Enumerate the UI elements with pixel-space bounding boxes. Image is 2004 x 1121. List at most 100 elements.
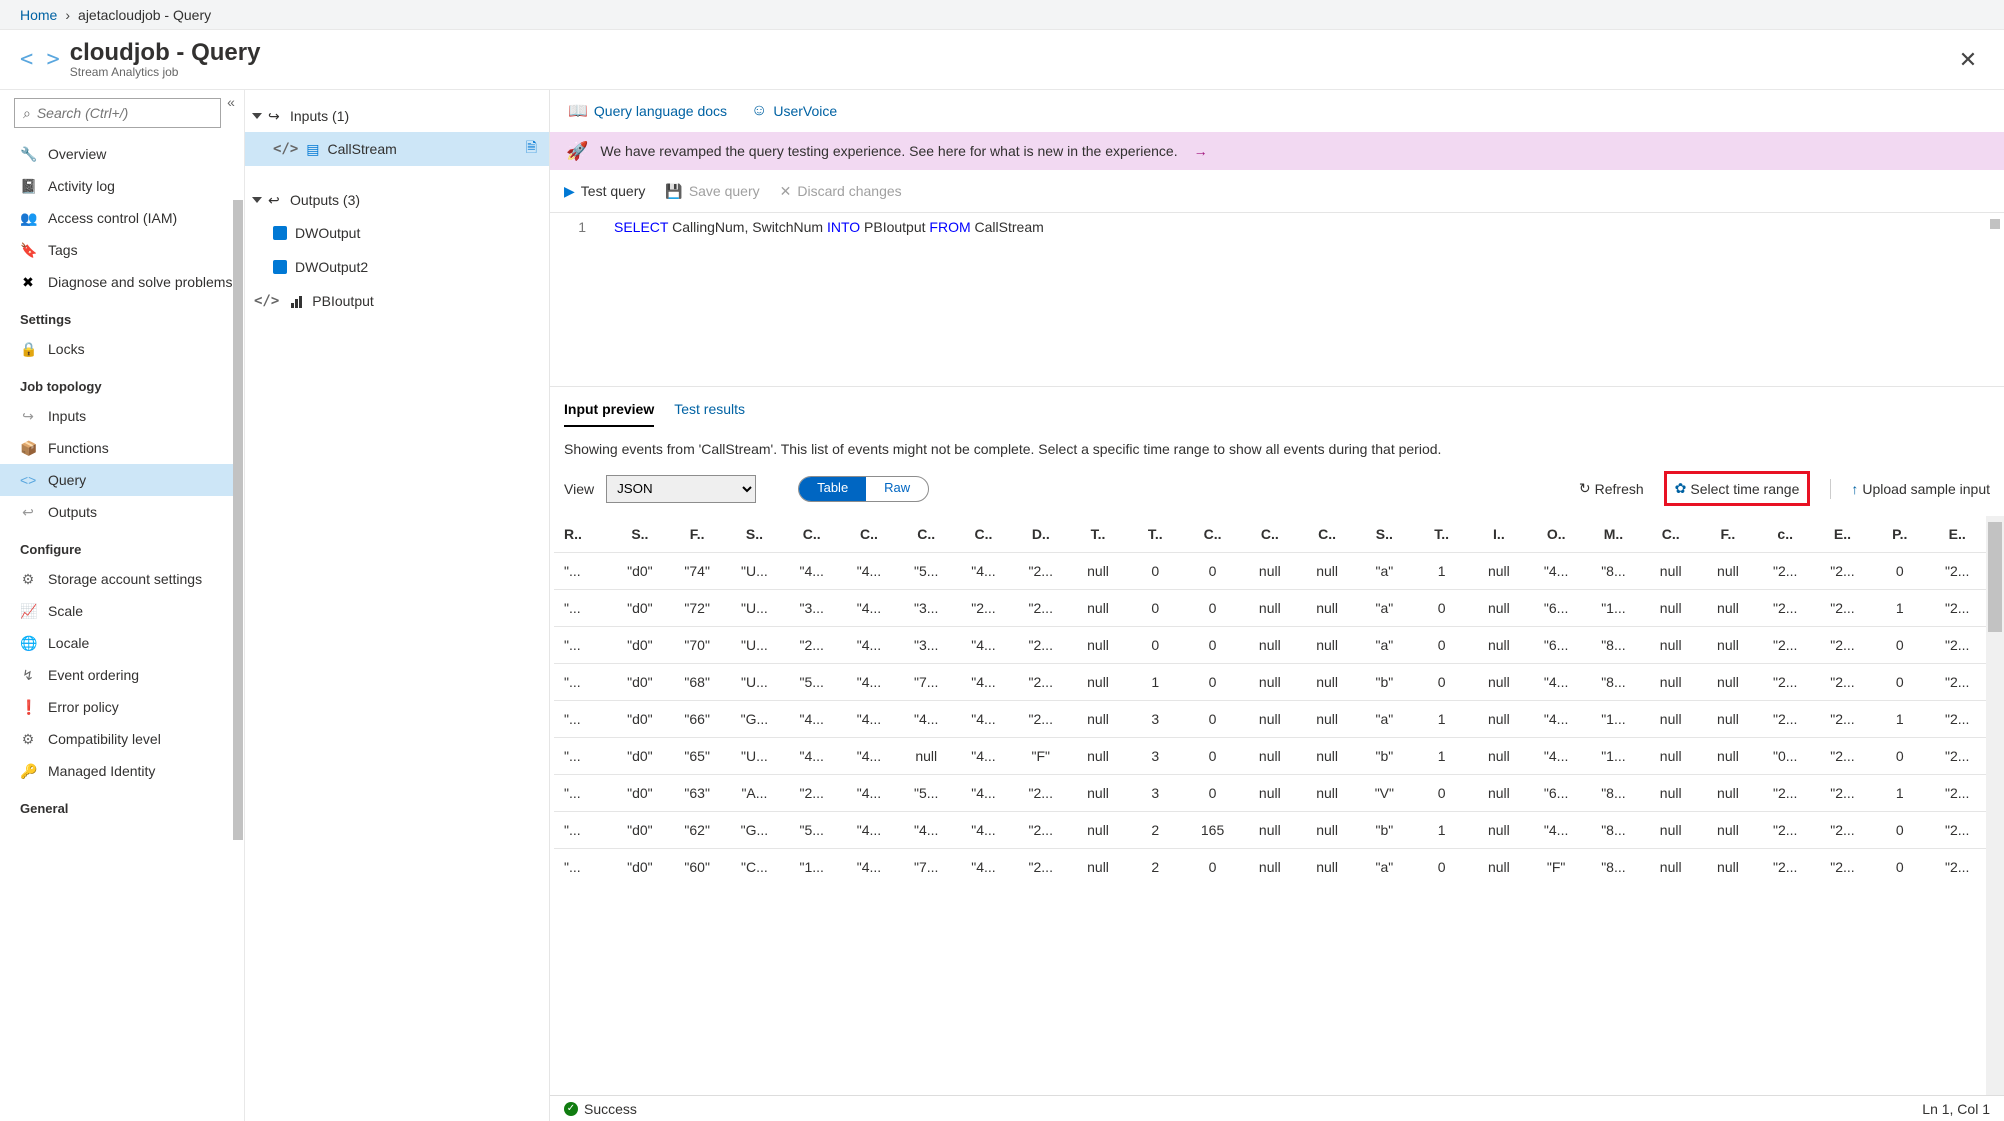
sidebar-item[interactable]: 🔑Managed Identity <box>0 755 235 787</box>
column-header[interactable]: T.. <box>1413 516 1470 553</box>
column-header[interactable]: O.. <box>1528 516 1585 553</box>
editor-scrollbar[interactable] <box>1990 219 2000 229</box>
uservoice-link[interactable]: ☺ UserVoice <box>751 102 837 120</box>
nav-label: Scale <box>48 603 83 619</box>
discard-changes-button[interactable]: ✕ Discard changes <box>780 183 902 200</box>
column-header[interactable]: C.. <box>1298 516 1355 553</box>
tree-output-item[interactable]: </> PBIoutput <box>245 284 549 318</box>
sidebar-item[interactable]: 🔖Tags <box>0 234 235 266</box>
table-cell: null <box>1699 738 1756 775</box>
sidebar-item[interactable]: 🔧Overview <box>0 138 235 170</box>
sidebar-collapse-button[interactable]: « <box>222 94 240 112</box>
upload-sample-input-button[interactable]: ↑ Upload sample input <box>1851 481 1990 497</box>
table-cell: "1... <box>1585 701 1642 738</box>
close-button[interactable]: ✕ <box>1952 47 1984 73</box>
column-header[interactable]: C.. <box>1241 516 1298 553</box>
tree-inputs-group[interactable]: ↪ Inputs (1) <box>245 100 549 132</box>
sidebar-item[interactable]: ❗Error policy <box>0 691 235 723</box>
column-header[interactable]: E.. <box>1814 516 1871 553</box>
tree-output-item[interactable]: DWOutput2 <box>245 250 549 284</box>
query-editor[interactable]: 1 SELECT CallingNum, SwitchNum INTO PBIo… <box>550 212 2004 387</box>
column-header[interactable]: M.. <box>1585 516 1642 553</box>
save-query-button[interactable]: 💾 Save query <box>665 183 759 200</box>
tree-output-item[interactable]: DWOutput <box>245 216 549 250</box>
table-cell: "2... <box>1012 701 1069 738</box>
column-header[interactable]: c.. <box>1757 516 1814 553</box>
column-header[interactable]: C.. <box>783 516 840 553</box>
table-row[interactable]: "..."d0""70""U..."2..."4..."3..."4..."2.… <box>554 627 1986 664</box>
table-row[interactable]: "..."d0""63""A..."2..."4..."5..."4..."2.… <box>554 775 1986 812</box>
table-cell: null <box>1298 849 1355 886</box>
column-header[interactable]: C.. <box>1184 516 1241 553</box>
sidebar-item[interactable]: 📓Activity log <box>0 170 235 202</box>
table-row[interactable]: "..."d0""66""G..."4..."4..."4..."4..."2.… <box>554 701 1986 738</box>
table-cell: "d0" <box>611 812 668 849</box>
sidebar-item[interactable]: 📦Functions <box>0 432 235 464</box>
column-header[interactable]: C.. <box>898 516 955 553</box>
table-row[interactable]: "..."d0""74""U..."4..."4..."5..."4..."2.… <box>554 553 1986 590</box>
column-header[interactable]: C.. <box>840 516 897 553</box>
column-header[interactable]: S.. <box>1356 516 1413 553</box>
column-header[interactable]: T.. <box>1069 516 1126 553</box>
table-scrollbar-thumb[interactable] <box>1988 522 2002 632</box>
column-header[interactable]: P.. <box>1871 516 1928 553</box>
toggle-raw[interactable]: Raw <box>866 477 928 501</box>
tab-input-preview[interactable]: Input preview <box>564 401 654 427</box>
refresh-button[interactable]: ↻ Refresh <box>1579 480 1644 497</box>
view-select[interactable]: JSON <box>606 475 756 503</box>
sidebar-item[interactable]: ↯Event ordering <box>0 659 235 691</box>
table-cell: "... <box>554 553 611 590</box>
table-row[interactable]: "..."d0""68""U..."5..."4..."7..."4..."2.… <box>554 664 1986 701</box>
table-scrollbar-track[interactable] <box>1986 516 2004 1095</box>
table-cell: null <box>1069 590 1126 627</box>
sidebar-item[interactable]: 🌐Locale <box>0 627 235 659</box>
column-header[interactable]: T.. <box>1127 516 1184 553</box>
search-input[interactable] <box>37 105 212 121</box>
search-box[interactable]: ⌕ <box>14 98 221 128</box>
table-row[interactable]: "..."d0""62""G..."5..."4..."4..."4..."2.… <box>554 812 1986 849</box>
toggle-table[interactable]: Table <box>799 477 866 501</box>
column-header[interactable]: S.. <box>611 516 668 553</box>
table-cell: null <box>1241 627 1298 664</box>
code-icon: < > <box>20 47 60 72</box>
column-header[interactable]: F.. <box>669 516 726 553</box>
tree-outputs-group[interactable]: ↩ Outputs (3) <box>245 184 549 216</box>
tab-test-results[interactable]: Test results <box>674 401 745 427</box>
table-cell: "3... <box>898 590 955 627</box>
arrow-icon[interactable]: → <box>1194 143 1208 159</box>
column-header[interactable]: R.. <box>554 516 611 553</box>
view-toggle[interactable]: Table Raw <box>798 476 929 502</box>
sidebar-item[interactable]: 🔒Locks <box>0 333 235 365</box>
sidebar-item[interactable]: ↩Outputs <box>0 496 235 528</box>
column-header[interactable]: F.. <box>1699 516 1756 553</box>
table-row[interactable]: "..."d0""60""C..."1..."4..."7..."4..."2.… <box>554 849 1986 886</box>
column-header[interactable]: S.. <box>726 516 783 553</box>
tree-input-item[interactable]: </> ▤ CallStream🗎 <box>245 132 549 166</box>
sidebar-item[interactable]: ↪Inputs <box>0 400 235 432</box>
table-row[interactable]: "..."d0""72""U..."3..."4..."3..."2..."2.… <box>554 590 1986 627</box>
column-header[interactable]: D.. <box>1012 516 1069 553</box>
select-time-range-button[interactable]: ✿ Select time range <box>1664 471 1811 506</box>
table-cell: "G... <box>726 812 783 849</box>
breadcrumb-home[interactable]: Home <box>20 7 57 23</box>
sidebar-scrollbar[interactable] <box>233 200 243 840</box>
sidebar-item[interactable]: ⚙Storage account settings <box>0 563 235 595</box>
sidebar-item[interactable]: ✖Diagnose and solve problems <box>0 266 235 298</box>
sidebar-item[interactable]: ⚙Compatibility level <box>0 723 235 755</box>
sidebar-item[interactable]: <>Query <box>0 464 235 496</box>
column-header[interactable]: C.. <box>1642 516 1699 553</box>
column-header[interactable]: E.. <box>1928 516 1986 553</box>
database-icon <box>273 260 287 274</box>
column-header[interactable]: I.. <box>1470 516 1527 553</box>
sidebar-item[interactable]: 📈Scale <box>0 595 235 627</box>
table-row[interactable]: "..."d0""65""U..."4..."4...null"4..."F"n… <box>554 738 1986 775</box>
table-cell: "b" <box>1356 738 1413 775</box>
editor-code[interactable]: SELECT CallingNum, SwitchNum INTO PBIout… <box>600 213 1044 386</box>
table-cell: "5... <box>898 775 955 812</box>
query-language-docs-link[interactable]: 📖 Query language docs <box>568 101 727 121</box>
column-header[interactable]: C.. <box>955 516 1012 553</box>
sidebar-item[interactable]: 👥Access control (IAM) <box>0 202 235 234</box>
table-cell: "6... <box>1528 775 1585 812</box>
test-query-button[interactable]: ▶ Test query <box>564 183 645 200</box>
file-icon[interactable]: 🗎 <box>526 137 537 161</box>
